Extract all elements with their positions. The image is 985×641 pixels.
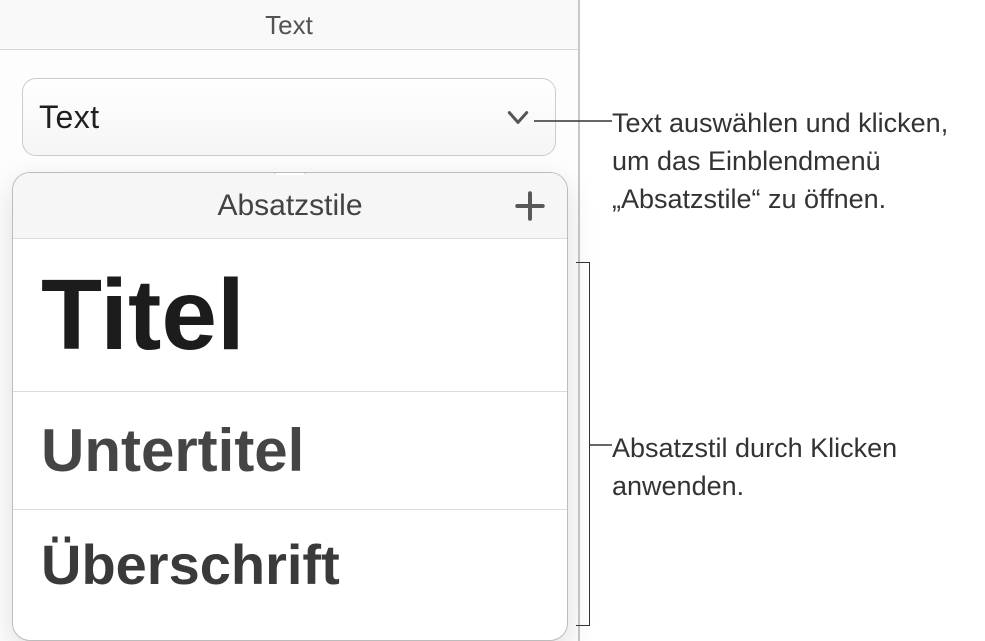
format-panel: Text Text Absatzstile Titel Untertitel Ü… [0, 0, 580, 641]
paragraph-style-selector[interactable]: Text [22, 78, 556, 156]
callout-selector: Text auswählen und klicken, um das Einbl… [612, 105, 982, 218]
style-item-label: Untertitel [41, 417, 304, 484]
style-list: Titel Untertitel Überschrift [13, 239, 567, 619]
style-item-label: Titel [41, 259, 245, 371]
chevron-down-icon [505, 104, 531, 130]
callout-leader-2 [590, 440, 612, 450]
callout-leader-1 [534, 116, 612, 126]
style-item-untertitel[interactable]: Untertitel [13, 392, 567, 510]
callout-apply-style: Absatzstil durch Klicken anwenden. [612, 430, 932, 506]
callout-bracket-styles [576, 262, 590, 626]
popover-header: Absatzstile [13, 173, 567, 239]
style-item-titel[interactable]: Titel [13, 239, 567, 392]
paragraph-styles-popover: Absatzstile Titel Untertitel Überschrift [12, 172, 568, 641]
style-item-ueberschrift[interactable]: Überschrift [13, 510, 567, 619]
selected-style-label: Text [39, 99, 100, 136]
style-item-label: Überschrift [41, 533, 340, 596]
popover-title: Absatzstile [217, 189, 362, 223]
plus-icon[interactable] [513, 189, 547, 223]
panel-header: Text [0, 0, 578, 50]
panel-title: Text [265, 10, 313, 40]
